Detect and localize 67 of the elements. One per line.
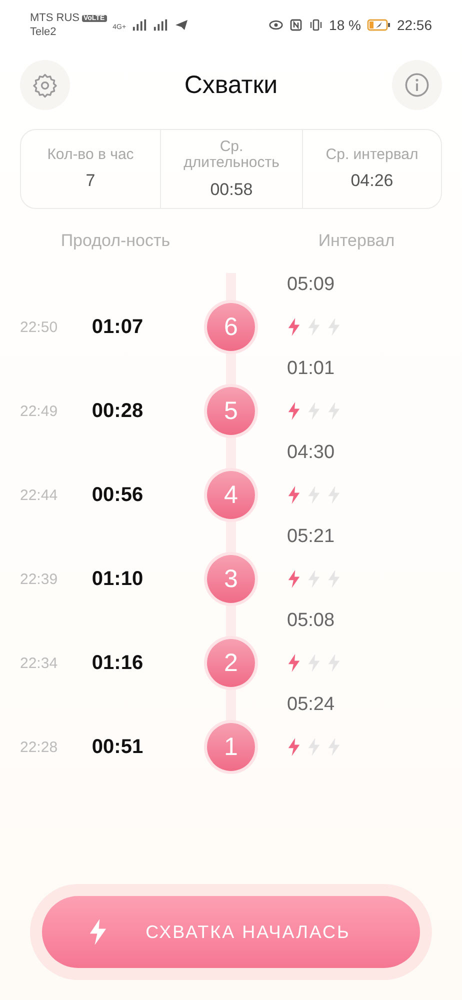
filled-bolt-icon [287, 654, 301, 672]
info-icon [404, 72, 430, 98]
empty-bolt-icon [327, 570, 341, 588]
start-time: 22:50 [19, 318, 59, 336]
filled-bolt-icon [287, 318, 301, 336]
duration-value: 00:28 [90, 400, 144, 422]
start-time: 22:49 [19, 402, 59, 420]
start-time: 22:39 [19, 570, 59, 588]
duration-value: 01:07 [90, 316, 144, 338]
empty-bolt-icon [327, 738, 341, 756]
empty-bolt-icon [327, 486, 341, 504]
empty-bolt-icon [307, 570, 321, 588]
eye-icon [269, 19, 284, 31]
interval-value: 05:09 [287, 274, 335, 296]
interval-value: 01:01 [287, 358, 335, 380]
duration-value: 00:51 [90, 736, 144, 758]
empty-bolt-icon [327, 654, 341, 672]
battery-icon [366, 19, 391, 31]
contraction-number: 3 [207, 555, 255, 603]
empty-bolt-icon [327, 402, 341, 420]
stat-label: Кол-во в час [47, 146, 134, 164]
start-time: 22:34 [19, 654, 59, 672]
contraction-number: 4 [207, 471, 255, 519]
stat-label: Ср. интервал [326, 146, 418, 164]
start-time: 22:44 [19, 486, 59, 504]
empty-bolt-icon [327, 318, 341, 336]
filled-bolt-icon [287, 570, 301, 588]
clock: 22:56 [396, 17, 432, 33]
carrier-name: MTS RUS [30, 12, 80, 24]
vibrate-icon [309, 19, 324, 31]
battery-percent: 18 % [329, 17, 361, 33]
filled-bolt-icon [287, 486, 301, 504]
start-time: 22:28 [19, 738, 59, 756]
empty-bolt-icon [307, 738, 321, 756]
signal-icon [153, 19, 168, 31]
empty-bolt-icon [307, 654, 321, 672]
contraction-number: 5 [207, 387, 255, 435]
settings-icon [32, 72, 58, 98]
stat-value: 7 [86, 171, 96, 192]
duration-value: 00:56 [90, 484, 144, 506]
interval-value: 05:24 [287, 694, 335, 716]
nfc-icon [289, 19, 304, 31]
stat-value: 00:58 [210, 180, 253, 200]
column-header: Продол-ность [60, 231, 172, 252]
interval-value: 05:08 [287, 610, 335, 632]
stat-value: 04:26 [350, 171, 394, 192]
interval-value: 04:30 [287, 442, 335, 464]
carrier-name: Tele2 [30, 26, 58, 38]
send-icon [174, 19, 190, 31]
screen-title: Схватки [184, 70, 278, 100]
empty-bolt-icon [307, 402, 321, 420]
filled-bolt-icon [287, 402, 301, 420]
signal-icon [132, 19, 148, 31]
interval-value: 05:21 [287, 526, 335, 548]
contraction-number: 6 [207, 303, 255, 351]
duration-value: 01:10 [90, 568, 144, 590]
stat-label: Ср. длительность [182, 138, 280, 172]
column-header: Интервал [317, 231, 396, 252]
start-contraction-button[interactable]: СХВАТКА НАЧАЛАСЬ [42, 896, 420, 968]
duration-value: 01:16 [90, 652, 144, 674]
empty-bolt-icon [307, 318, 321, 336]
settings-button[interactable] [20, 60, 70, 110]
contraction-number: 2 [207, 639, 255, 687]
filled-bolt-icon [287, 738, 301, 756]
lightning-icon [88, 919, 108, 945]
empty-bolt-icon [307, 486, 321, 504]
contraction-number: 1 [207, 723, 255, 771]
